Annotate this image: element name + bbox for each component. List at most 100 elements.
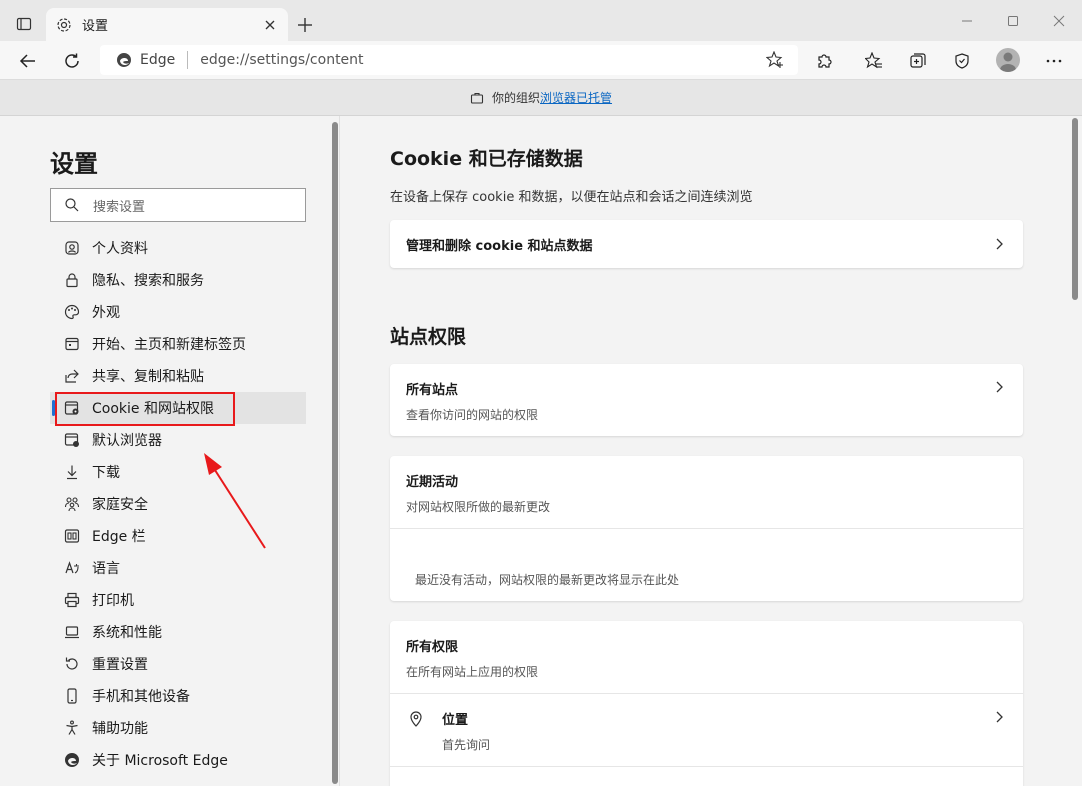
sidebar-item-label: 语言 xyxy=(92,561,120,577)
sidebar-scrollbar[interactable] xyxy=(332,122,338,784)
add-favorite-icon[interactable] xyxy=(766,51,784,69)
location-subtitle: 首先询问 xyxy=(442,738,491,752)
extensions-button[interactable] xyxy=(812,48,838,74)
sidebar-item-languages[interactable]: 语言 xyxy=(50,552,306,584)
sidebar-item-phone[interactable]: 手机和其他设备 xyxy=(50,680,306,712)
collections-button[interactable] xyxy=(905,48,931,74)
cookie-section-description: 在设备上保存 cookie 和数据，以便在站点和会话之间连续浏览 xyxy=(390,190,753,205)
address-bar[interactable]: Edge edge://settings/content xyxy=(100,45,798,75)
sidebar-item-label: 个人资料 xyxy=(92,241,148,257)
language-icon xyxy=(64,560,80,576)
sidebar-item-printers[interactable]: 打印机 xyxy=(50,584,306,616)
minimize-icon xyxy=(962,20,972,22)
refresh-icon xyxy=(65,53,79,68)
location-permission-row[interactable]: 位置 首先询问 xyxy=(390,694,1023,766)
address-divider xyxy=(187,51,189,69)
briefcase-icon xyxy=(470,92,484,104)
maximize-button[interactable] xyxy=(1002,10,1024,32)
all-permissions-title: 所有权限 xyxy=(406,640,459,655)
sidebar-title: 设置 xyxy=(50,150,98,178)
sidebar-item-profile[interactable]: 个人资料 xyxy=(50,232,306,264)
collections-icon xyxy=(910,53,926,68)
managed-link[interactable]: 浏览器已托管 xyxy=(540,89,612,106)
recent-activity-card: 近期活动 对网站权限所做的最新更改 最近没有活动，网站权限的最新更改将显示在此处 xyxy=(390,456,1023,601)
sidebar-item-about[interactable]: 关于 Microsoft Edge xyxy=(50,744,306,776)
maximize-icon xyxy=(1008,16,1018,26)
back-arrow-icon xyxy=(19,54,35,68)
recent-activity-title: 近期活动 xyxy=(406,475,459,490)
browser-essentials-button[interactable] xyxy=(949,48,975,74)
edge-logo-icon xyxy=(64,752,80,768)
content-scrollbar[interactable] xyxy=(1072,118,1078,300)
chevron-right-icon xyxy=(996,381,1003,393)
manage-cookies-card[interactable]: 管理和删除 cookie 和站点数据 xyxy=(390,220,1023,268)
sidebar-item-start-home[interactable]: 开始、主页和新建标签页 xyxy=(50,328,306,360)
profile-avatar[interactable] xyxy=(996,48,1020,72)
site-permissions-title: 站点权限 xyxy=(390,326,467,348)
settings-content: Cookie 和已存储数据 在设备上保存 cookie 和数据，以便在站点和会话… xyxy=(341,116,1082,786)
sidebar-item-label: 家庭安全 xyxy=(92,497,148,513)
chevron-right-icon xyxy=(996,238,1003,250)
family-icon xyxy=(64,496,80,512)
sidebar-item-label: 关于 Microsoft Edge xyxy=(92,753,228,769)
close-tab-icon[interactable] xyxy=(262,17,278,33)
sidebar-item-label: Edge 栏 xyxy=(92,529,146,545)
search-placeholder: 搜索设置 xyxy=(93,199,146,215)
ellipsis-icon xyxy=(1046,59,1062,63)
settings-sidebar: 设置 搜索设置 个人资料隐私、搜索和服务外观开始、主页和新建标签页 共享、复制和粘… xyxy=(0,116,340,786)
refresh-button[interactable] xyxy=(59,48,85,74)
lock-icon xyxy=(64,272,80,288)
chevron-right-icon xyxy=(996,711,1003,723)
all-sites-title: 所有站点 xyxy=(406,383,459,398)
puzzle-icon xyxy=(818,54,832,68)
all-permissions-subtitle: 在所有网站上应用的权限 xyxy=(406,665,539,679)
phone-icon xyxy=(64,688,80,704)
all-sites-card[interactable]: 所有站点 查看你访问的网站的权限 xyxy=(390,364,1023,436)
cookie-section-title: Cookie 和已存储数据 xyxy=(390,148,583,170)
more-options-button[interactable] xyxy=(1041,48,1067,74)
sidebar-item-appearance[interactable]: 外观 xyxy=(50,296,306,328)
printer-icon xyxy=(64,592,80,608)
sidebar-item-label: 开始、主页和新建标签页 xyxy=(92,337,246,353)
avatar-icon xyxy=(1000,52,1016,72)
sidebar-item-label: 隐私、搜索和服务 xyxy=(92,273,204,289)
sidebar-item-label: 打印机 xyxy=(92,593,134,609)
accessibility-icon xyxy=(64,720,80,736)
sidebar-item-share[interactable]: 共享、复制和粘贴 xyxy=(50,360,306,392)
all-permissions-card: 所有权限 在所有网站上应用的权限 位置 首先询问 xyxy=(390,621,1023,786)
search-settings-input[interactable]: 搜索设置 xyxy=(50,188,306,222)
annotation-arrow xyxy=(204,453,266,549)
sidebar-item-label: 下载 xyxy=(92,465,120,481)
edge-logo-icon xyxy=(117,53,131,67)
edge-bar-icon xyxy=(64,528,80,544)
sidebar-item-system[interactable]: 系统和性能 xyxy=(50,616,306,648)
recent-activity-empty: 最近没有活动，网站权限的最新更改将显示在此处 xyxy=(415,573,680,587)
sidebar-item-label: 默认浏览器 xyxy=(92,433,162,449)
close-window-button[interactable] xyxy=(1048,10,1070,32)
sidebar-item-accessibility[interactable]: 辅助功能 xyxy=(50,712,306,744)
tab-actions-button[interactable] xyxy=(10,10,38,38)
url-text[interactable]: edge://settings/content xyxy=(200,52,363,68)
new-tab-button[interactable] xyxy=(292,12,318,38)
manage-cookies-label: 管理和删除 cookie 和站点数据 xyxy=(406,238,593,254)
laptop-icon xyxy=(64,624,80,640)
browser-tab[interactable]: 设置 xyxy=(46,8,288,41)
profile-icon xyxy=(64,240,80,256)
favorites-button[interactable] xyxy=(861,48,887,74)
minimize-button[interactable] xyxy=(956,10,978,32)
recent-activity-subtitle: 对网站权限所做的最新更改 xyxy=(406,500,551,514)
sidebar-item-label: 重置设置 xyxy=(92,657,148,673)
share-icon xyxy=(64,368,80,384)
back-button[interactable] xyxy=(15,48,41,74)
title-bar: 设置 xyxy=(0,0,1082,41)
location-title: 位置 xyxy=(442,713,469,728)
plus-icon xyxy=(298,18,312,32)
tab-actions-icon xyxy=(16,17,32,31)
managed-banner: 你的组织 浏览器已托管 xyxy=(0,80,1082,116)
favorites-icon xyxy=(865,52,882,69)
sidebar-item-label: 共享、复制和粘贴 xyxy=(92,369,204,385)
sidebar-item-reset[interactable]: 重置设置 xyxy=(50,648,306,680)
sidebar-item-privacy[interactable]: 隐私、搜索和服务 xyxy=(50,264,306,296)
close-window-icon xyxy=(1053,15,1065,27)
sidebar-item-label: 系统和性能 xyxy=(92,625,162,641)
